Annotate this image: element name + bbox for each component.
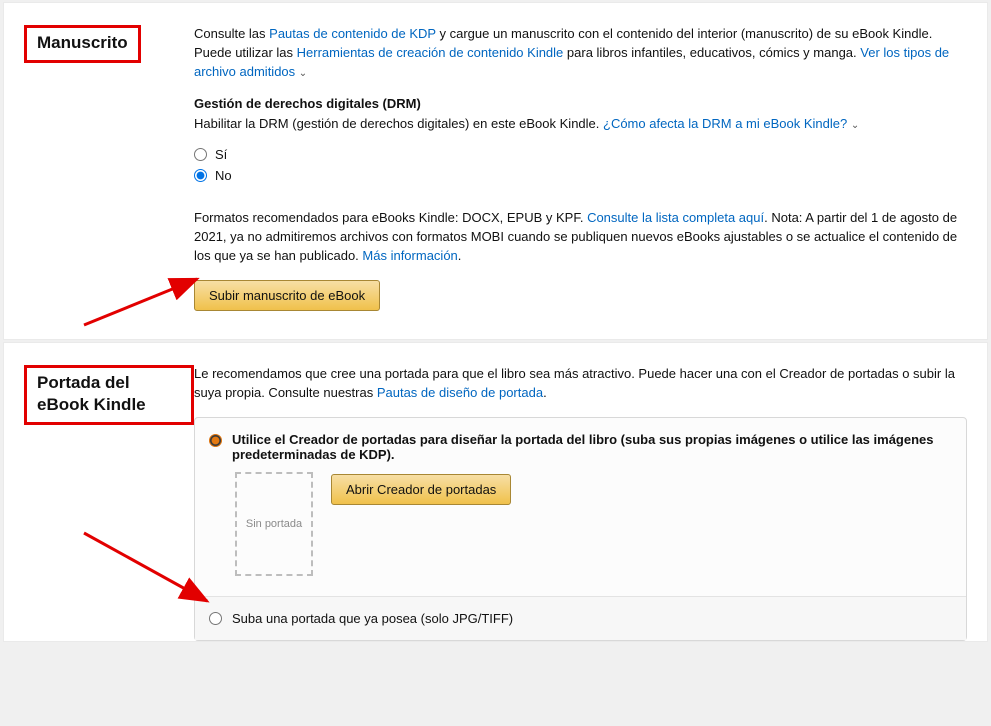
use-cover-creator-radio[interactable] <box>209 434 222 447</box>
cover-guidelines-link[interactable]: Pautas de diseño de portada <box>377 385 543 400</box>
drm-heading: Gestión de derechos digitales (DRM) <box>194 96 967 111</box>
cover-title: Portada del eBook Kindle <box>24 365 194 425</box>
formats-list-link[interactable]: Consulte la lista completa aquí <box>587 210 764 225</box>
more-info-link[interactable]: Más información <box>362 248 457 263</box>
cover-thumbnail-placeholder: Sin portada <box>235 472 313 576</box>
drm-help-link[interactable]: ¿Cómo afecta la DRM a mi eBook Kindle? ⌄ <box>603 116 859 131</box>
drm-no-radio[interactable] <box>194 169 207 182</box>
chevron-down-icon: ⌄ <box>299 68 307 79</box>
annotation-arrow-icon <box>79 265 209 335</box>
drm-no-label: No <box>215 168 232 183</box>
manuscript-section: Manuscrito Consulte las Pautas de conten… <box>3 2 988 340</box>
upload-own-cover-label: Suba una portada que ya posea (solo JPG/… <box>232 611 513 626</box>
kdp-guidelines-link[interactable]: Pautas de contenido de KDP <box>269 26 436 41</box>
manuscript-intro: Consulte las Pautas de contenido de KDP … <box>194 25 967 82</box>
formats-text: Formatos recomendados para eBooks Kindle… <box>194 209 967 266</box>
cover-options-box: Utilice el Creador de portadas para dise… <box>194 417 967 641</box>
drm-text: Habilitar la DRM (gestión de derechos di… <box>194 115 967 134</box>
manuscript-title: Manuscrito <box>24 25 141 63</box>
open-cover-creator-button[interactable]: Abrir Creador de portadas <box>331 474 511 505</box>
kindle-tools-link[interactable]: Herramientas de creación de contenido Ki… <box>297 45 564 60</box>
use-cover-creator-label: Utilice el Creador de portadas para dise… <box>232 432 952 462</box>
upload-manuscript-button[interactable]: Subir manuscrito de eBook <box>194 280 380 311</box>
drm-yes-radio[interactable] <box>194 148 207 161</box>
drm-yes-label: Sí <box>215 147 227 162</box>
cover-section: Portada del eBook Kindle Le recomendamos… <box>3 342 988 642</box>
cover-intro: Le recomendamos que cree una portada par… <box>194 365 967 403</box>
upload-own-cover-radio[interactable] <box>209 612 222 625</box>
chevron-down-icon: ⌄ <box>851 120 859 131</box>
